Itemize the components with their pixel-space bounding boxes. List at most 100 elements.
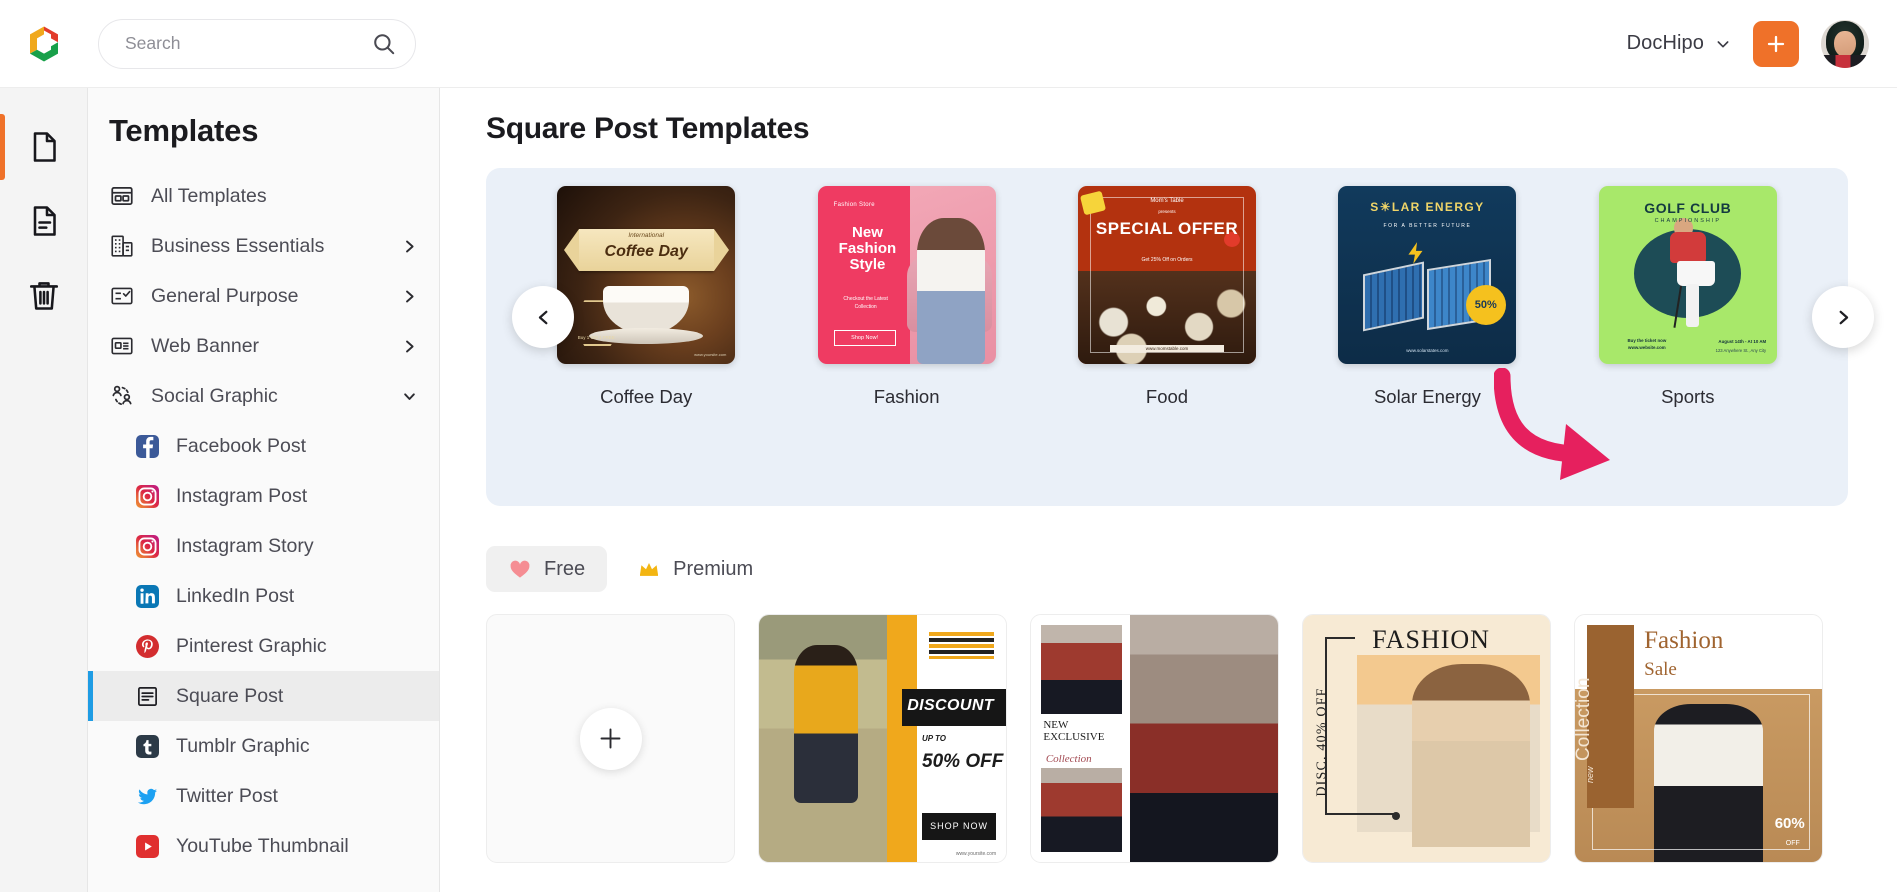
twitter-icon (136, 785, 159, 808)
create-new-button[interactable] (1753, 20, 1799, 67)
coffee-offer: Buy 1 Get 1 FREE (577, 335, 615, 341)
create-blank-square-post[interactable] (486, 614, 735, 863)
avatar-body (1823, 54, 1867, 68)
dochipo-logo-icon (30, 26, 58, 61)
carousel-tile-solar-energy[interactable]: 50% S☀LAR ENERGY FOR A BETTER FUTURE www… (1297, 186, 1557, 408)
sidebar-sub-label: Pinterest Graphic (176, 634, 327, 657)
new-exclusive-template[interactable]: NEW EXCLUSIVE Collection (1030, 614, 1279, 863)
sidebar-sub-label: Twitter Post (176, 784, 278, 807)
filter-label: Premium (673, 557, 754, 580)
sidebar-sub-label: Tumblr Graphic (176, 734, 310, 757)
sports-date: August 14th - At 10 AM (1718, 339, 1767, 345)
chevron-left-icon (538, 310, 547, 324)
sports-title: GOLF CLUB (1644, 200, 1732, 217)
fashion-cta: Shop Now! (833, 330, 896, 347)
sidebar-item-facebook-post[interactable]: Facebook Post (88, 421, 439, 471)
carousel-thumb[interactable]: International Coffee Day Buy 1 Get 1 FRE… (557, 186, 736, 364)
fashion-disc-title: FASHION (1372, 624, 1490, 654)
instagram-icon (136, 484, 159, 508)
exclusive-headline: NEW EXCLUSIVE (1043, 718, 1105, 743)
web-banner-icon (109, 333, 135, 359)
chevron-right-icon[interactable] (402, 289, 417, 304)
rail-item-documents[interactable] (0, 110, 88, 184)
carousel-thumb[interactable]: GOLF CLUB CHAMPIONSHIP Buy the ticket no… (1598, 186, 1777, 364)
dochipo-logo[interactable] (0, 0, 88, 88)
sidebar-item-label: General Purpose (151, 284, 299, 307)
sidebar-item-twitter-post[interactable]: Twitter Post (88, 771, 439, 821)
sidebar-item-all-templates[interactable]: All Templates (88, 171, 439, 221)
sidebar-item-tumblr-graphic[interactable]: Tumblr Graphic (88, 721, 439, 771)
chevron-right-icon (1839, 310, 1848, 324)
sidebar-item-square-post[interactable]: Square Post (88, 671, 439, 721)
account-name: DocHipo (1626, 32, 1704, 54)
youtube-icon (136, 834, 159, 858)
carousel-thumb[interactable]: 50% S☀LAR ENERGY FOR A BETTER FUTURE www… (1338, 186, 1517, 364)
carousel-tile-sports[interactable]: GOLF CLUB CHAMPIONSHIP Buy the ticket no… (1558, 186, 1818, 408)
carousel-caption: Solar Energy (1373, 386, 1481, 407)
food-brand: Mom's Table (1150, 198, 1184, 205)
sidebar-sub-label: YouTube Thumbnail (176, 834, 349, 857)
sidebar-item-business-essentials[interactable]: Business Essentials (88, 221, 439, 271)
sidebar-item-pinterest-graphic[interactable]: Pinterest Graphic (88, 621, 439, 671)
solar-url: www.solarstates.com (1406, 348, 1449, 354)
chevron-right-icon[interactable] (402, 339, 417, 354)
chevron-down-icon[interactable] (402, 389, 417, 404)
instagram-icon (136, 534, 159, 558)
linkedin-icon (136, 584, 159, 608)
search-box[interactable] (98, 18, 416, 69)
rail-item-my-templates[interactable] (0, 184, 88, 258)
sidebar-item-label: Business Essentials (151, 234, 325, 257)
sidebar-item-linkedin-post[interactable]: LinkedIn Post (88, 571, 439, 621)
templates-sidebar: Templates All Templates Business Essenti… (88, 88, 440, 892)
sidebar-item-youtube-thumbnail[interactable]: YouTube Thumbnail (88, 821, 439, 871)
search-icon[interactable] (371, 31, 397, 57)
lightning-bolt-icon (1407, 241, 1422, 264)
search-input[interactable] (125, 20, 360, 67)
sale-title: Fashion (1644, 627, 1724, 655)
discount-artwork: SHOP NOW DISCOUNT UP TO 50% OFF www.your… (759, 615, 1006, 862)
plus-circle[interactable] (579, 707, 642, 770)
exclusive-subtitle: Collection (1045, 753, 1092, 766)
food-presents: presents (1158, 209, 1176, 215)
discount-percent: 50% OFF (922, 750, 1004, 772)
coffee-subtitle: International (628, 232, 665, 240)
top-bar-right: DocHipo (1627, 19, 1897, 68)
sidebar-item-label: Web Banner (151, 334, 260, 357)
solar-tagline: FOR A BETTER FUTURE (1383, 223, 1472, 230)
avatar-face (1834, 30, 1856, 57)
carousel-tile-food[interactable]: Mom's Table presents SPECIAL OFFER Get 2… (1037, 186, 1297, 408)
carousel-tile-fashion[interactable]: Fashion Store New Fashion Style Checkout… (776, 186, 1036, 408)
discount-template[interactable]: SHOP NOW DISCOUNT UP TO 50% OFF www.your… (758, 614, 1007, 863)
fashion-sale-artwork: Fashion Sale new Collection 60% OFF (1575, 615, 1822, 862)
sale-collection-label: Collection (1574, 677, 1594, 761)
sidebar-item-general-purpose[interactable]: General Purpose (88, 271, 439, 321)
carousel-caption: Food (1145, 386, 1189, 407)
carousel-next-button[interactable] (1812, 286, 1874, 348)
filter-tab-free[interactable]: Free (486, 546, 608, 592)
account-menu[interactable]: DocHipo (1627, 32, 1731, 55)
user-avatar[interactable] (1821, 19, 1869, 68)
rail-item-trash[interactable] (0, 258, 88, 332)
fashion-disc-template[interactable]: FASHION DISC. 40% OFF (1302, 614, 1551, 863)
trash-icon (29, 282, 59, 310)
carousel-thumb[interactable]: Fashion Store New Fashion Style Checkout… (817, 186, 996, 364)
facebook-icon (136, 434, 159, 458)
sale-subtitle: Sale (1644, 659, 1677, 681)
fashion-sale-template[interactable]: Fashion Sale new Collection 60% OFF (1574, 614, 1823, 863)
discount-url: www.yoursite.com (955, 851, 997, 858)
sidebar-item-instagram-story[interactable]: Instagram Story (88, 521, 439, 571)
plus-icon (1767, 35, 1785, 52)
carousel-prev-button[interactable] (512, 286, 574, 348)
chevron-right-icon[interactable] (402, 239, 417, 254)
food-url: www.momstable.com (1110, 344, 1224, 352)
pinterest-icon (136, 634, 159, 658)
sidebar-item-web-banner[interactable]: Web Banner (88, 321, 439, 371)
sidebar-item-social-graphic[interactable]: Social Graphic (88, 371, 439, 421)
carousel-thumb[interactable]: Mom's Table presents SPECIAL OFFER Get 2… (1078, 186, 1257, 364)
fashion-store-label: Fashion Store (833, 202, 875, 209)
sidebar-item-instagram-post[interactable]: Instagram Post (88, 471, 439, 521)
category-carousel: International Coffee Day Buy 1 Get 1 FRE… (486, 168, 1874, 506)
page-title: Square Post Templates (486, 112, 810, 145)
chevron-down-icon[interactable] (1715, 36, 1731, 52)
filter-tab-premium[interactable]: Premium (615, 546, 775, 592)
